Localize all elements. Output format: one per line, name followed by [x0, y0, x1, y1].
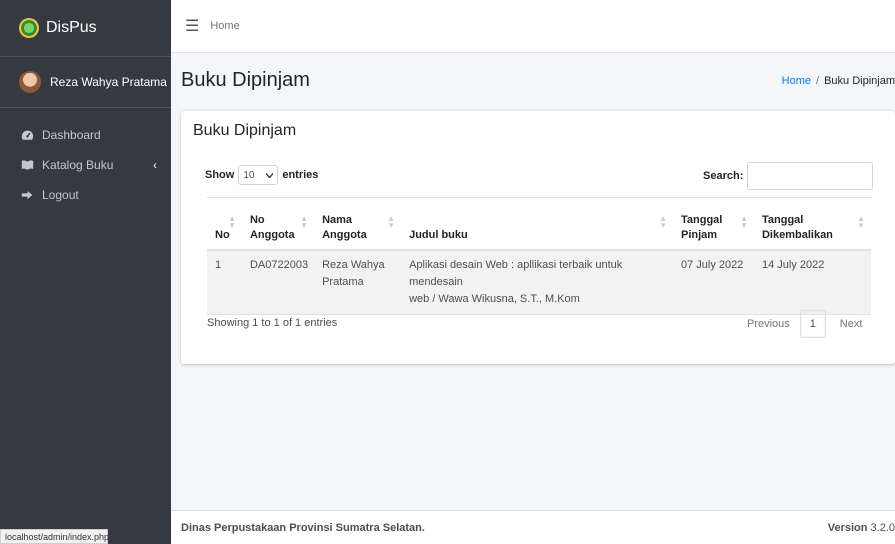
menu-toggle-icon[interactable]: ☰ [185, 16, 199, 36]
search-label: Search: [703, 170, 744, 182]
sort-icon: ▲ ▼ [387, 213, 396, 230]
entries-length-control: Show 10 entries [205, 165, 318, 185]
sort-icon: ▲ ▼ [228, 213, 236, 230]
status-url: localhost/admin/index.php [0, 529, 109, 544]
sidebar-item-logout[interactable]: Logout [0, 180, 171, 210]
sort-icon: ▲ ▼ [659, 213, 667, 230]
table-row: 1 DA0722003 Reza Wahya Pratama Aplikasi d… [207, 249, 871, 315]
cell-no-anggota: DA0722003 [241, 249, 315, 315]
sign-out-icon [21, 189, 34, 202]
column-header-tanggal-dikembalikan[interactable]: Tanggal Dikembalikan ▲ ▼ [753, 197, 871, 251]
entries-select-value: 10 [243, 169, 255, 181]
content-header: Buku Dipinjam Home / Buku Dipinjam [171, 53, 895, 108]
column-header-judul-buku[interactable]: Judul buku ▲ ▼ [401, 197, 673, 251]
footer-version: Version 3.2.0 [827, 521, 895, 534]
table-search: Search: [703, 162, 874, 190]
chevron-down-icon [265, 170, 274, 181]
column-header-no[interactable]: No ▲ ▼ [207, 197, 242, 251]
column-header-nama-anggota[interactable]: Nama Anggota ▲ ▼ [314, 197, 402, 251]
brand-logo-icon [19, 18, 39, 38]
page-title: Buku Dipinjam [181, 69, 310, 91]
breadcrumb-current: Buku Dipinjam [824, 74, 895, 87]
sidebar-nav: Dashboard Katalog Buku ‹ Logout [0, 108, 171, 210]
table-header-row: No ▲ ▼ No Anggota ▲ ▼ Nama Anggota ▲ ▼ Judul buk… [207, 197, 871, 251]
breadcrumb: Home / Buku Dipinjam [782, 75, 895, 87]
topbar: ☰ Home [171, 0, 895, 53]
sidebar-item-label: Dashboard [42, 128, 101, 142]
entries-label: entries [282, 169, 319, 181]
user-panel[interactable]: Reza Wahya Pratama [0, 57, 171, 108]
pagination: Previous 1 Next [741, 310, 862, 338]
cell-nama-anggota: Reza Wahya Pratama [314, 249, 402, 315]
sidebar-item-label: Katalog Buku [42, 158, 114, 172]
card-title: Buku Dipinjam [193, 122, 297, 139]
borrowed-books-table: No ▲ ▼ No Anggota ▲ ▼ Nama Anggota ▲ ▼ Judul buk… [207, 197, 871, 315]
sidebar-item-label: Logout [42, 188, 79, 202]
table-info: Showing 1 to 1 of 1 entries [207, 317, 338, 329]
sidebar-item-katalog-buku[interactable]: Katalog Buku ‹ [0, 150, 171, 180]
top-home-link[interactable]: Home [210, 20, 239, 32]
cell-tanggal-pinjam: 07 July 2022 [673, 249, 754, 315]
chevron-left-icon[interactable]: ‹ [153, 158, 157, 172]
sidebar: DisPus Reza Wahya Pratama Dashboard Kata… [0, 0, 171, 544]
search-input[interactable] [747, 162, 874, 190]
column-header-tanggal-pinjam[interactable]: Tanggal Pinjam ▲ ▼ [673, 197, 754, 251]
footer-text: Dinas Perpustakaan Provinsi Sumatra Sela… [181, 521, 425, 534]
brand-link[interactable]: DisPus [0, 0, 171, 57]
breadcrumb-separator: / [816, 74, 820, 87]
pagination-page-1-button[interactable]: 1 [799, 310, 826, 338]
sidebar-item-dashboard[interactable]: Dashboard [0, 120, 171, 150]
book-icon [21, 159, 34, 172]
show-label: Show [205, 169, 235, 181]
cell-judul-buku: Aplikasi desain Web : apllikasi terbaik … [401, 249, 673, 315]
sort-icon: ▲ ▼ [740, 213, 748, 230]
breadcrumb-home-link[interactable]: Home [782, 75, 811, 87]
sort-icon: ▲ ▼ [300, 213, 309, 230]
pagination-next-button[interactable]: Next [826, 318, 863, 330]
entries-select[interactable]: 10 [238, 165, 279, 185]
brand-text: DisPus [46, 19, 97, 36]
footer: Dinas Perpustakaan Provinsi Sumatra Sela… [171, 510, 895, 544]
pagination-previous-button[interactable]: Previous [741, 318, 800, 330]
sort-icon: ▲ ▼ [857, 213, 865, 230]
borrowed-books-card: Buku Dipinjam Show 10 entries Search: No… [181, 111, 895, 364]
cell-no: 1 [207, 249, 242, 315]
user-name: Reza Wahya Pratama [50, 75, 167, 89]
cell-tanggal-dikembalikan: 14 July 2022 [753, 249, 871, 315]
column-header-no-anggota[interactable]: No Anggota ▲ ▼ [241, 197, 315, 251]
dashboard-icon [21, 129, 34, 142]
avatar [19, 71, 41, 93]
